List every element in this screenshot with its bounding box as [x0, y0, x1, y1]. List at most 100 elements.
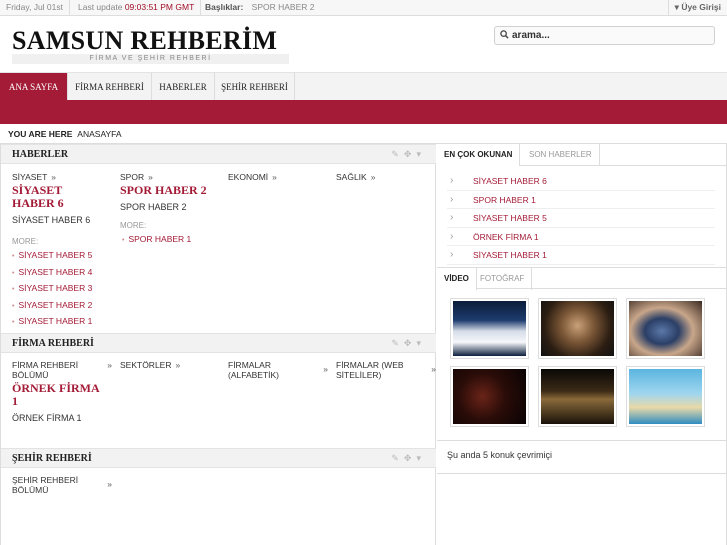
lead-subtitle: SİYASET HABER 6	[12, 215, 91, 225]
nav-item-firma-rehberi[interactable]: FİRMA REHBERİ	[68, 73, 152, 101]
video-thumbnail[interactable]	[538, 298, 617, 359]
breadcrumb-label: YOU ARE HERE	[8, 129, 73, 139]
firma-column-bolum: FİRMA REHBERİ BÖLÜMÜ» ÖRNEK FİRMA 1 ÖRNE…	[12, 360, 112, 423]
lead-subtitle: SPOR HABER 2	[120, 202, 187, 212]
module-header-sehir-rehberi: ŞEHİR REHBERİ ✎✥▾	[1, 448, 436, 468]
tab-en-cok-okunan[interactable]: EN ÇOK OKUNAN	[437, 144, 521, 166]
wrench-icon[interactable]: ✎	[391, 149, 404, 159]
tab-son-haberler[interactable]: SON HABERLER	[522, 144, 600, 166]
last-update: Last update 09:03:51 PM GMT	[72, 0, 202, 16]
tab-fotograf[interactable]: FOTOĞRAF	[473, 268, 533, 290]
video-thumbnail[interactable]	[626, 298, 705, 359]
video-thumbnail[interactable]	[626, 366, 705, 427]
lead-subtitle: ÖRNEK FİRMA 1	[12, 413, 82, 423]
category-link[interactable]: SEKTÖRLER»	[120, 360, 220, 370]
firma-column-alfabetik: FİRMALAR (ALFABETİK)»	[228, 360, 328, 380]
move-icon[interactable]: ✥	[404, 338, 417, 348]
module-tools[interactable]: ✎✥▾	[391, 338, 426, 349]
thumbnail-image	[453, 301, 526, 356]
double-chevron-icon: »	[51, 172, 57, 182]
double-chevron-icon: »	[272, 172, 277, 182]
lead-headline[interactable]: SİYASET HABER 6	[12, 184, 72, 210]
more-item[interactable]: SİYASET HABER 3	[12, 281, 112, 298]
popular-item[interactable]: ÖRNEK FİRMA 1	[447, 228, 715, 246]
news-column-siyaset: SİYASET» SİYASET HABER 6 SİYASET HABER 6…	[12, 172, 112, 331]
more-item[interactable]: SPOR HABER 1	[122, 232, 220, 249]
last-update-time: 09:03:51 PM GMT	[124, 2, 195, 12]
category-link[interactable]: SİYASET»	[12, 172, 112, 182]
video-thumbnail[interactable]	[538, 366, 617, 427]
headline-ticker: Başlıklar: SPOR HABER 2	[199, 0, 320, 16]
module-tools[interactable]: ✎✥▾	[391, 453, 426, 464]
category-link[interactable]: FİRMALAR (WEB SİTELİLER)»	[336, 360, 436, 380]
search-icon	[500, 30, 509, 42]
top-bar: Friday, Jul 01st Last update 09:03:51 PM…	[0, 0, 727, 16]
wrench-icon[interactable]: ✎	[391, 338, 404, 348]
collapse-icon[interactable]: ▾	[416, 338, 426, 348]
last-update-label: Last update	[78, 2, 123, 12]
more-label: MORE:	[120, 221, 147, 230]
more-list: SİYASET HABER 5 SİYASET HABER 4 SİYASET …	[12, 248, 112, 331]
main-content: HABERLER ✎✥▾ SİYASET» SİYASET HABER 6 Sİ…	[0, 144, 436, 545]
thumbnail-image	[629, 369, 702, 424]
popular-list: SİYASET HABER 6 SPOR HABER 1 SİYASET HAB…	[447, 172, 715, 265]
more-item[interactable]: SİYASET HABER 4	[12, 265, 112, 282]
module-header-haberler: HABERLER ✎✥▾	[1, 144, 436, 164]
collapse-icon[interactable]: ▾	[416, 149, 426, 159]
headline-link[interactable]: SPOR HABER 2	[252, 2, 315, 12]
sehir-column-bolum: ŞEHİR REHBERİ BÖLÜMÜ»	[12, 475, 112, 495]
more-item[interactable]: SİYASET HABER 1	[12, 314, 112, 331]
member-login-label: Üye Girişi	[681, 2, 721, 12]
thumbnail-image	[629, 301, 702, 356]
breadcrumb-current: ANASAYFA	[77, 129, 122, 139]
lead-headline[interactable]: ÖRNEK FİRMA 1	[12, 382, 104, 408]
site-logo[interactable]: SAMSUN REHBERİM	[12, 26, 277, 56]
current-date: Friday, Jul 01st	[0, 0, 71, 16]
popular-item[interactable]: SPOR HABER 1	[447, 191, 715, 209]
move-icon[interactable]: ✥	[404, 453, 417, 463]
nav-item-haberler[interactable]: HABERLER	[152, 73, 215, 101]
module-tools[interactable]: ✎✥▾	[391, 149, 426, 160]
module-title: HABERLER	[12, 149, 69, 160]
collapse-icon[interactable]: ▾	[416, 453, 426, 463]
module-title: FİRMA REHBERİ	[12, 338, 94, 349]
category-link[interactable]: SAĞLIK»	[336, 172, 436, 182]
more-item[interactable]: SİYASET HABER 5	[12, 248, 112, 265]
category-link[interactable]: FİRMA REHBERİ BÖLÜMÜ»	[12, 360, 112, 380]
more-list: SPOR HABER 1	[122, 232, 220, 249]
search-input[interactable]	[512, 29, 707, 42]
double-chevron-icon: »	[107, 360, 112, 370]
wrench-icon[interactable]: ✎	[391, 453, 404, 463]
double-chevron-icon: »	[431, 364, 436, 374]
search-box	[494, 26, 715, 45]
popular-item[interactable]: SİYASET HABER 5	[447, 209, 715, 228]
module-title: ŞEHİR REHBERİ	[12, 453, 92, 464]
popular-item[interactable]: SİYASET HABER 1	[447, 246, 715, 265]
more-item[interactable]: SİYASET HABER 2	[12, 298, 112, 315]
member-login-button[interactable]: ▾ Üye Girişi	[667, 0, 727, 16]
tab-video[interactable]: VİDEO	[437, 268, 477, 290]
video-thumbnail[interactable]	[450, 298, 529, 359]
double-chevron-icon: »	[370, 172, 376, 182]
divider	[437, 440, 727, 441]
category-link[interactable]: ŞEHİR REHBERİ BÖLÜMÜ»	[12, 475, 112, 495]
divider	[437, 473, 727, 474]
news-column-ekonomi: EKONOMİ»	[228, 172, 328, 182]
category-link[interactable]: EKONOMİ»	[228, 172, 328, 182]
category-link[interactable]: SPOR»	[120, 172, 220, 182]
move-icon[interactable]: ✥	[404, 149, 417, 159]
double-chevron-icon: »	[148, 172, 153, 182]
lead-headline[interactable]: SPOR HABER 2	[120, 184, 220, 197]
nav-item-sehir-rehberi[interactable]: ŞEHİR REHBERİ	[215, 73, 295, 101]
popular-item[interactable]: SİYASET HABER 6	[447, 172, 715, 191]
popular-tabs: EN ÇOK OKUNAN SON HABERLER	[437, 144, 727, 166]
sub-nav-bar	[0, 100, 727, 124]
headlines-label: Başlıklar:	[205, 2, 244, 12]
firma-column-web: FİRMALAR (WEB SİTELİLER)»	[336, 360, 436, 380]
double-chevron-icon: »	[323, 364, 328, 374]
right-sidebar: EN ÇOK OKUNAN SON HABERLER SİYASET HABER…	[437, 144, 727, 545]
nav-item-ana-sayfa[interactable]: ANA SAYFA	[0, 73, 68, 101]
category-link[interactable]: FİRMALAR (ALFABETİK)»	[228, 360, 328, 380]
video-thumbnail[interactable]	[450, 366, 529, 427]
news-column-spor: SPOR» SPOR HABER 2 SPOR HABER 2 MORE: SP…	[120, 172, 220, 249]
